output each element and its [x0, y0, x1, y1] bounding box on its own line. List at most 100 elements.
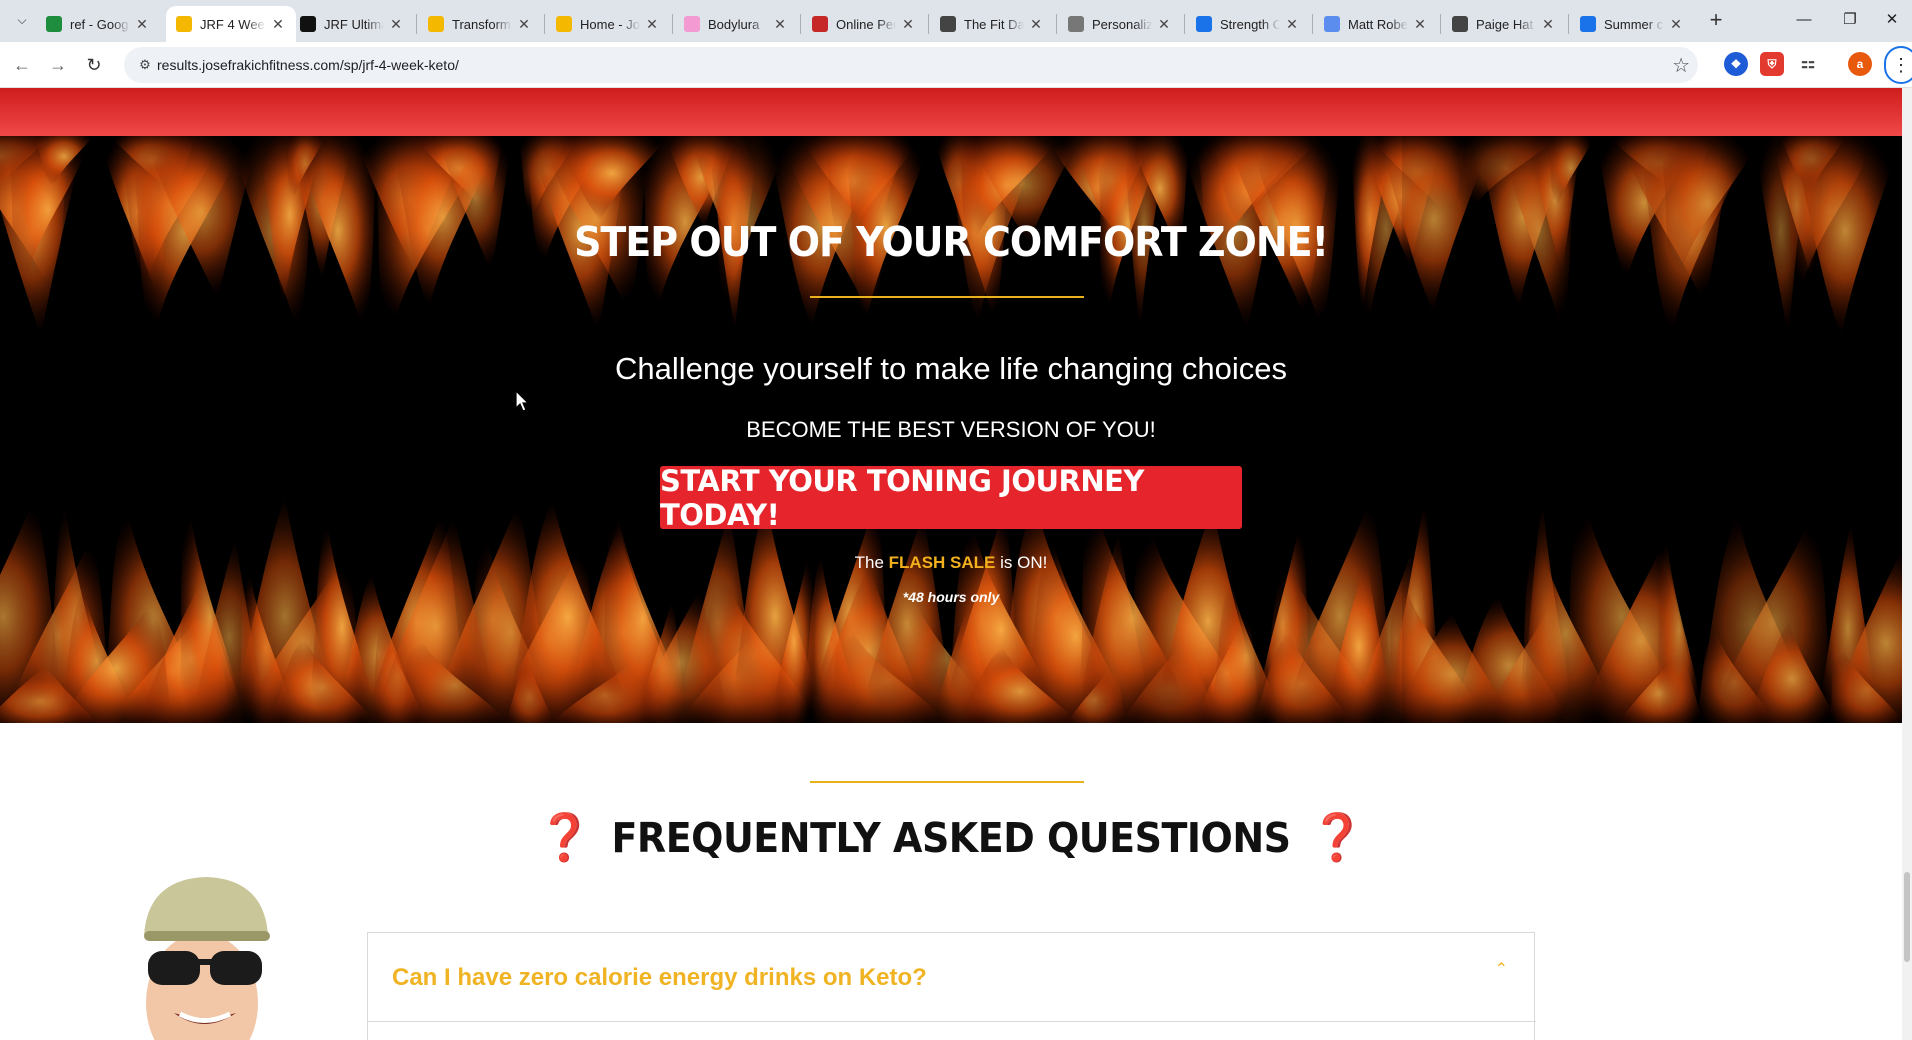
faq-title: FREQUENTLY ASKED QUESTIONS [611, 813, 1291, 862]
close-tab-icon[interactable]: ✕ [1668, 16, 1684, 33]
url-text[interactable]: results.josefrakichfitness.com/sp/jrf-4-… [157, 57, 459, 73]
chevron-up-icon[interactable]: ⌃ [1495, 959, 1508, 979]
faq-divider [810, 781, 1084, 783]
back-button[interactable]: ← [8, 51, 36, 79]
browser-tab[interactable]: The Fit Da ✕ [930, 6, 1054, 42]
tab-title: Matt Robe [1348, 16, 1408, 32]
question-mark-icon: ❓ [536, 810, 594, 864]
mouse-cursor-icon [515, 390, 529, 412]
tab-title: JRF 4 Wee [200, 16, 265, 32]
close-tab-icon[interactable]: ✕ [1540, 16, 1556, 33]
faq-accordion-item[interactable]: Can I have zero calorie energy drinks on… [367, 932, 1536, 1040]
close-window-button[interactable]: ✕ [1870, 6, 1912, 36]
profile-avatar[interactable]: a [1848, 52, 1872, 76]
jrf-icon [556, 16, 572, 32]
red-banner [0, 88, 1902, 136]
tab-separator [416, 14, 417, 34]
tab-title: ref - Goog [70, 16, 129, 32]
close-tab-icon[interactable]: ✕ [1284, 16, 1300, 33]
tab-separator [1440, 14, 1441, 34]
browser-tab[interactable]: Summer c ✕ [1570, 6, 1694, 42]
minimize-button[interactable]: — [1782, 6, 1826, 36]
tab-separator [928, 14, 929, 34]
browser-tab[interactable]: JRF 4 Wee ✕ [166, 6, 296, 42]
tab-title: Paige Hat [1476, 16, 1534, 32]
flash-sale-text: The FLASH SALE is ON! [0, 553, 1902, 573]
site-icon [812, 16, 828, 32]
globe-icon [1068, 16, 1084, 32]
tab-separator [1312, 14, 1313, 34]
close-tab-icon[interactable]: ✕ [644, 16, 660, 33]
hero-tagline: BECOME THE BEST VERSION OF YOU! [746, 417, 1156, 442]
close-tab-icon[interactable]: ✕ [388, 16, 404, 33]
globe-icon [1452, 16, 1468, 32]
bookmark-star-icon[interactable]: ☆ [1672, 53, 1690, 78]
extensions-puzzle-icon[interactable]: ⚏ [1796, 52, 1820, 76]
scrollbar-thumb[interactable] [1904, 872, 1910, 962]
close-tab-icon[interactable]: ✕ [1028, 16, 1044, 33]
browser-menu-button[interactable]: ⋮ [1884, 46, 1912, 84]
hours-note: *48 hours only [902, 589, 1000, 605]
browser-tab[interactable]: Transform ✕ [418, 6, 542, 42]
close-tab-icon[interactable]: ✕ [772, 16, 788, 33]
new-tab-button[interactable]: + [1702, 8, 1730, 34]
tab-title: Home - Jo [580, 16, 640, 32]
tab-title: Transform [452, 16, 511, 32]
close-tab-icon[interactable]: ✕ [516, 16, 532, 33]
m-icon [1324, 16, 1340, 32]
question-mark-icon: ❓ [1308, 810, 1366, 864]
faq-heading: ❓ FREQUENTLY ASKED QUESTIONS ❓ [0, 810, 1902, 865]
b-icon [1580, 16, 1596, 32]
sheets-icon [46, 16, 62, 32]
globe-icon [940, 16, 956, 32]
forward-button[interactable]: → [44, 51, 72, 79]
tab-title: Strength C [1220, 16, 1280, 32]
tab-title: Online Per [836, 16, 896, 32]
browser-tab[interactable]: JRF Ultima ✕ [290, 6, 414, 42]
browser-tab[interactable]: Strength C ✕ [1186, 6, 1310, 42]
tab-separator [1568, 14, 1569, 34]
tab-separator [544, 14, 545, 34]
tab-strip: ⌵ ref - Goog ✕ JRF 4 Wee ✕ JRF Ultima ✕ Transf… [0, 0, 1912, 42]
address-bar[interactable]: ⚙ results.josefrakichfitness.com/sp/jrf-… [124, 47, 1698, 83]
start-toning-journey-button[interactable]: START YOUR TONING JOURNEY TODAY! [660, 464, 1242, 532]
site-info-icon[interactable]: ⚙ [136, 56, 154, 74]
tab-title: The Fit Da [964, 16, 1024, 32]
browser-tab[interactable]: Online Per ✕ [802, 6, 926, 42]
extension-icon[interactable]: ❖ [1724, 52, 1748, 76]
tab-title: Summer c [1604, 16, 1664, 32]
hero-title: STEP OUT OF YOUR COMFORT ZONE! [574, 218, 1329, 266]
jrf-icon [176, 16, 192, 32]
faq-item-divider [368, 1021, 1536, 1022]
tab-separator [672, 14, 673, 34]
restore-button[interactable]: ❐ [1828, 6, 1872, 36]
flash-sale-highlight: FLASH SALE [888, 553, 996, 572]
s-icon [1196, 16, 1212, 32]
close-tab-icon[interactable]: ✕ [134, 16, 150, 33]
jrf-icon [300, 16, 316, 32]
close-tab-icon[interactable]: ✕ [270, 16, 286, 33]
close-tab-icon[interactable]: ✕ [900, 16, 916, 33]
flash-post: is ON! [1000, 553, 1048, 572]
tab-separator [800, 14, 801, 34]
hero-divider [810, 296, 1084, 298]
browser-tab[interactable]: ref - Goog ✕ [36, 6, 160, 42]
jrf-icon [428, 16, 444, 32]
flash-pre: The [854, 553, 884, 572]
tab-separator [1056, 14, 1057, 34]
close-tab-icon[interactable]: ✕ [1156, 16, 1172, 33]
browser-tab[interactable]: Paige Hat ✕ [1442, 6, 1566, 42]
tab-title: Personaliz [1092, 16, 1152, 32]
faq-question[interactable]: Can I have zero calorie energy drinks on… [392, 964, 927, 992]
browser-tab[interactable]: Personaliz ✕ [1058, 6, 1182, 42]
avatar [132, 873, 278, 1040]
brave-shield-icon[interactable]: ⛨ [1760, 52, 1784, 76]
hero-subtitle: Challenge yourself to make life changing… [614, 351, 1288, 386]
close-tab-icon[interactable]: ✕ [1412, 16, 1428, 33]
page-scrollbar[interactable] [1902, 88, 1912, 1040]
browser-tab[interactable]: Matt Robe ✕ [1314, 6, 1438, 42]
browser-tab[interactable]: Home - Jo ✕ [546, 6, 670, 42]
browser-tab[interactable]: Bodylura ✕ [674, 6, 798, 42]
tab-search-chevron-icon[interactable]: ⌵ [10, 8, 34, 32]
reload-button[interactable]: ↻ [80, 51, 108, 79]
